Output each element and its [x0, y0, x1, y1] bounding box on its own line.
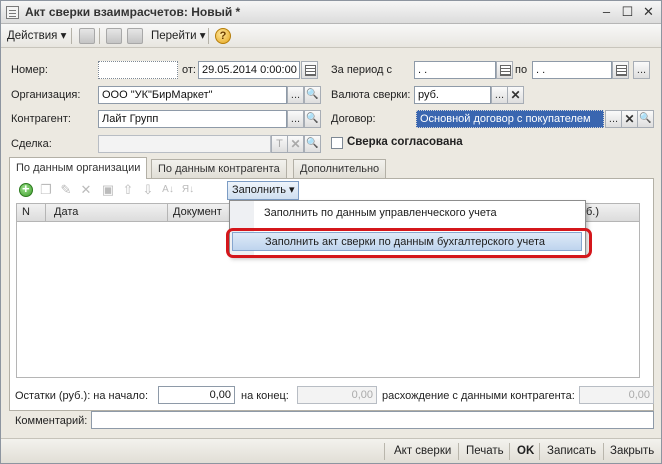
clear-icon[interactable]: ✕ [507, 86, 524, 104]
move-up-icon[interactable]: ⇧ [121, 183, 135, 197]
structure-icon[interactable] [106, 28, 122, 44]
number-input[interactable] [98, 61, 178, 79]
window-title: Акт сверки взаимрасчетов: Новый * [25, 5, 241, 19]
fill-menu-button[interactable]: Заполнить ▾ [227, 181, 299, 200]
footer-bar: Акт сверки Печать OK Записать Закрыть [1, 438, 661, 463]
document-icon [6, 6, 19, 19]
close-button[interactable]: Закрыть [610, 445, 654, 457]
calendar-icon[interactable] [496, 61, 513, 79]
report-icon[interactable] [127, 28, 143, 44]
sort-asc-icon[interactable]: A↓ [161, 183, 175, 197]
calendar-icon[interactable] [301, 61, 318, 79]
agreed-label: Сверка согласована [347, 136, 463, 148]
deal-label: Сделка: [11, 138, 52, 150]
copy-icon[interactable]: ❐ [39, 183, 53, 197]
balance-end-input[interactable]: 0,00 [297, 386, 377, 404]
period-select-button[interactable]: ... [633, 61, 650, 79]
column-divider [45, 204, 46, 221]
date-from-label: от: [182, 64, 196, 76]
clear-icon[interactable]: ✕ [621, 110, 638, 128]
search-icon[interactable]: 🔍 [304, 86, 321, 104]
calendar-icon[interactable] [612, 61, 629, 79]
footer-separator [458, 443, 459, 460]
currency-label: Валюта сверки: [331, 89, 411, 101]
balance-start-input[interactable]: 0,00 [158, 386, 235, 404]
goto-menu[interactable]: Перейти ▾ [151, 28, 206, 44]
footer-separator [603, 443, 604, 460]
main-toolbar: Действия ▾ Перейти ▾ ? [1, 24, 661, 48]
counterparty-input[interactable]: Лайт Групп [98, 110, 287, 128]
difference-input[interactable]: 0,00 [579, 386, 654, 404]
document-window: Акт сверки взаимрасчетов: Новый * – ☐ ✕ … [0, 0, 662, 464]
table-toolbar: ❐ ✎ ✕ ▣ ⇧ ⇩ A↓ Я↓ [13, 181, 643, 201]
comment-input[interactable] [91, 411, 654, 429]
search-icon[interactable]: 🔍 [304, 135, 321, 153]
date-input[interactable]: 29.05.2014 0:00:00 [198, 61, 300, 79]
post-document-icon[interactable] [79, 28, 95, 44]
balance-end-label: на конец: [241, 390, 289, 402]
save-button[interactable]: Записать [547, 445, 596, 457]
currency-input[interactable]: руб. [414, 86, 491, 104]
close-window-button[interactable]: ✕ [640, 4, 657, 19]
counterparty-browse-button[interactable]: ... [287, 110, 304, 128]
footer-separator [539, 443, 540, 460]
edit-icon[interactable]: ✎ [59, 183, 73, 197]
minimize-button[interactable]: – [598, 4, 615, 19]
delete-icon[interactable]: ✕ [79, 183, 93, 197]
currency-browse-button[interactable]: ... [491, 86, 508, 104]
tab-additional[interactable]: Дополнительно [293, 159, 387, 178]
number-label: Номер: [11, 64, 48, 76]
end-edit-icon[interactable]: ▣ [101, 183, 115, 197]
footer-separator [509, 443, 510, 460]
tab-counterparty[interactable]: По данным контрагента [151, 159, 287, 178]
search-icon[interactable]: 🔍 [304, 110, 321, 128]
clear-icon[interactable]: ✕ [287, 135, 304, 153]
counterparty-label: Контрагент: [11, 113, 71, 125]
deal-type-button[interactable]: T [271, 135, 288, 153]
tab-organization[interactable]: По данным организации [9, 157, 148, 179]
period-label: За период с [331, 64, 393, 76]
print-button[interactable]: Печать [466, 445, 504, 457]
agreed-checkbox[interactable] [331, 137, 343, 149]
organization-browse-button[interactable]: ... [287, 86, 304, 104]
contract-input[interactable]: Основной договор с покупателем [416, 110, 604, 128]
highlight-annotation [226, 228, 592, 258]
footer-separator [384, 443, 385, 460]
organization-input[interactable]: ООО "УК"БирМаркет" [98, 86, 287, 104]
contract-label: Договор: [331, 113, 376, 125]
sort-desc-icon[interactable]: Я↓ [181, 183, 195, 197]
toolbar-separator [208, 28, 209, 44]
ok-button[interactable]: OK [517, 445, 534, 457]
add-row-icon[interactable] [19, 181, 33, 197]
column-amount[interactable]: б.) [586, 206, 599, 218]
actions-menu[interactable]: Действия ▾ [7, 28, 66, 44]
act-button[interactable]: Акт сверки [394, 445, 451, 457]
column-divider [167, 204, 168, 221]
search-icon[interactable]: 🔍 [637, 110, 654, 128]
help-icon[interactable]: ? [215, 28, 231, 44]
contract-browse-button[interactable]: ... [605, 110, 622, 128]
move-down-icon[interactable]: ⇩ [141, 183, 155, 197]
column-date[interactable]: Дата [54, 206, 78, 218]
comment-label: Комментарий: [15, 415, 88, 427]
title-bar: Акт сверки взаимрасчетов: Новый * – ☐ ✕ [1, 1, 661, 24]
column-document[interactable]: Документ [173, 206, 222, 218]
deal-input[interactable] [98, 135, 271, 153]
period-start-input[interactable]: . . [414, 61, 496, 79]
organization-label: Организация: [11, 89, 81, 101]
difference-label: расхождение с данными контрагента: [382, 390, 575, 402]
toolbar-separator [99, 28, 100, 44]
period-to-label: по [515, 64, 528, 76]
period-end-input[interactable]: . . [532, 61, 612, 79]
balance-start-label: Остатки (руб.): на начало: [15, 390, 149, 402]
maximize-button[interactable]: ☐ [619, 4, 636, 19]
toolbar-separator [71, 28, 72, 44]
menu-item-fill-management[interactable]: Заполнить по данным управленческого учет… [232, 204, 582, 223]
column-number[interactable]: N [22, 206, 30, 218]
